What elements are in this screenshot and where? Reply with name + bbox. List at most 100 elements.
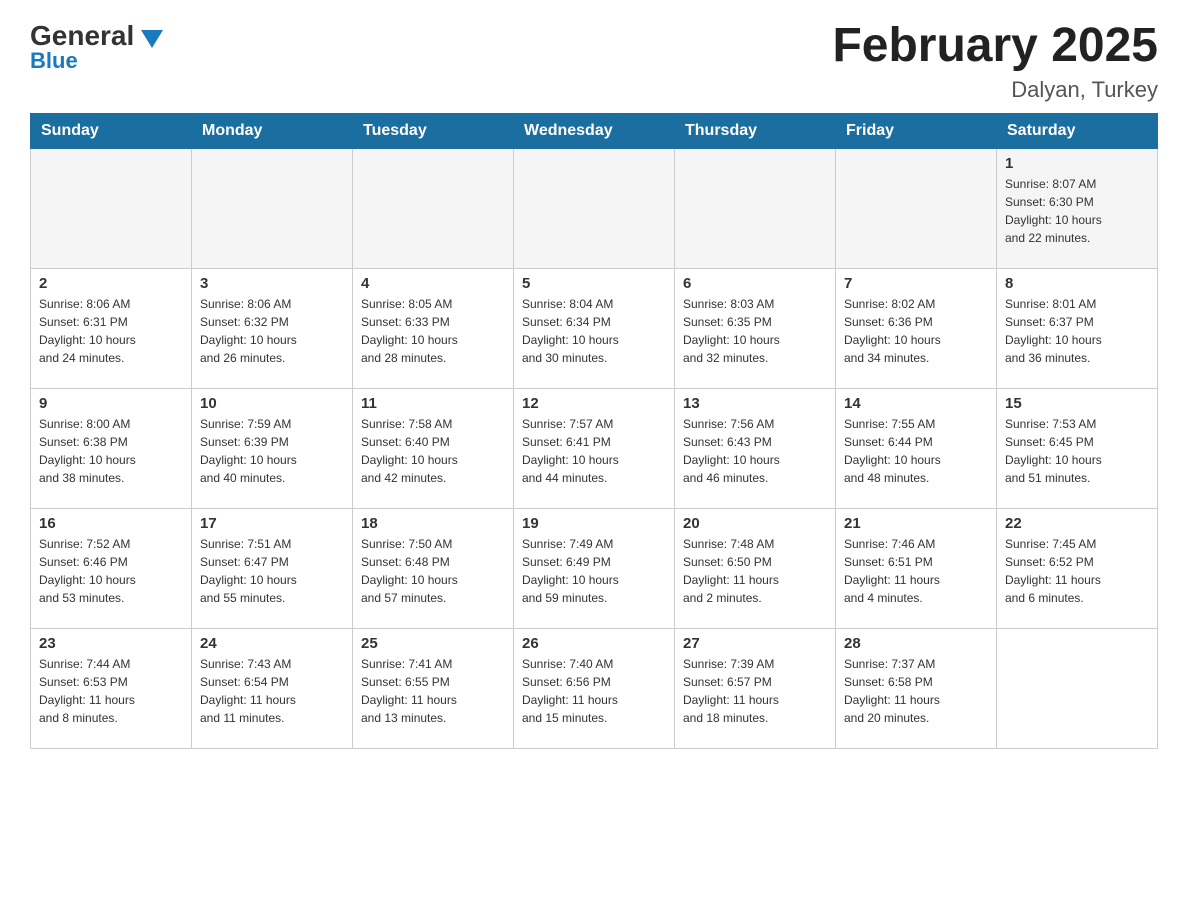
calendar-cell: 6 Sunrise: 8:03 AMSunset: 6:35 PMDaylight… [675,268,836,388]
day-number: 21 [844,515,988,532]
day-info: Sunrise: 7:57 AMSunset: 6:41 PMDaylight:… [522,415,666,487]
day-info: Sunrise: 8:00 AMSunset: 6:38 PMDaylight:… [39,415,183,487]
day-names-row: SundayMondayTuesdayWednesdayThursdayFrid… [31,113,1158,148]
calendar-cell: 9 Sunrise: 8:00 AMSunset: 6:38 PMDaylight… [31,388,192,508]
calendar-week-4: 16 Sunrise: 7:52 AMSunset: 6:46 PMDayligh… [31,508,1158,628]
day-number: 16 [39,515,183,532]
calendar-cell: 2Sunrise: 8:06 AMSunset: 6:31 PMDaylight… [31,268,192,388]
day-number: 12 [522,395,666,412]
day-number: 5 [522,275,666,292]
calendar-cell [675,148,836,268]
calendar-cell [353,148,514,268]
day-number: 14 [844,395,988,412]
day-number: 1 [1005,155,1149,172]
day-info: Sunrise: 7:45 AMSunset: 6:52 PMDaylight:… [1005,535,1149,607]
day-number: 15 [1005,395,1149,412]
calendar-cell: 13 Sunrise: 7:56 AMSunset: 6:43 PMDayligh… [675,388,836,508]
day-header-wednesday: Wednesday [514,113,675,148]
day-info: Sunrise: 8:06 AMSunset: 6:32 PMDaylight:… [200,295,344,367]
calendar-cell [997,628,1158,748]
day-number: 9 [39,395,183,412]
day-info: Sunrise: 8:07 AMSunset: 6:30 PMDaylight:… [1005,175,1149,247]
calendar-cell: 7 Sunrise: 8:02 AMSunset: 6:36 PMDaylight… [836,268,997,388]
day-header-saturday: Saturday [997,113,1158,148]
day-number: 13 [683,395,827,412]
calendar-cell: 14Sunrise: 7:55 AMSunset: 6:44 PMDayligh… [836,388,997,508]
calendar-cell [514,148,675,268]
calendar-week-3: 9 Sunrise: 8:00 AMSunset: 6:38 PMDaylight… [31,388,1158,508]
day-header-tuesday: Tuesday [353,113,514,148]
day-header-friday: Friday [836,113,997,148]
day-info: Sunrise: 7:50 AMSunset: 6:48 PMDaylight:… [361,535,505,607]
calendar-cell: 20 Sunrise: 7:48 AMSunset: 6:50 PMDayligh… [675,508,836,628]
day-info: Sunrise: 8:05 AMSunset: 6:33 PMDaylight:… [361,295,505,367]
calendar-week-2: 2Sunrise: 8:06 AMSunset: 6:31 PMDaylight… [31,268,1158,388]
calendar-body: 1 Sunrise: 8:07 AMSunset: 6:30 PMDaylight… [31,148,1158,748]
day-number: 10 [200,395,344,412]
day-number: 11 [361,395,505,412]
logo: General Blue [30,20,163,74]
calendar-cell: 15 Sunrise: 7:53 AMSunset: 6:45 PMDayligh… [997,388,1158,508]
day-info: Sunrise: 7:48 AMSunset: 6:50 PMDaylight:… [683,535,827,607]
title-area: February 2025 Dalyan, Turkey [832,20,1158,103]
calendar-table: SundayMondayTuesdayWednesdayThursdayFrid… [30,113,1158,749]
day-number: 24 [200,635,344,652]
day-info: Sunrise: 7:59 AMSunset: 6:39 PMDaylight:… [200,415,344,487]
calendar-cell: 25 Sunrise: 7:41 AMSunset: 6:55 PMDayligh… [353,628,514,748]
calendar-cell: 21 Sunrise: 7:46 AMSunset: 6:51 PMDayligh… [836,508,997,628]
day-number: 8 [1005,275,1149,292]
calendar-cell: 5Sunrise: 8:04 AMSunset: 6:34 PMDaylight… [514,268,675,388]
calendar-cell: 16 Sunrise: 7:52 AMSunset: 6:46 PMDayligh… [31,508,192,628]
calendar-cell [192,148,353,268]
day-number: 26 [522,635,666,652]
day-number: 3 [200,275,344,292]
logo-arrow-icon [141,30,163,52]
day-number: 20 [683,515,827,532]
day-info: Sunrise: 7:39 AMSunset: 6:57 PMDaylight:… [683,655,827,727]
day-info: Sunrise: 7:53 AMSunset: 6:45 PMDaylight:… [1005,415,1149,487]
calendar-week-1: 1 Sunrise: 8:07 AMSunset: 6:30 PMDaylight… [31,148,1158,268]
day-info: Sunrise: 7:37 AMSunset: 6:58 PMDaylight:… [844,655,988,727]
calendar-cell: 11Sunrise: 7:58 AMSunset: 6:40 PMDayligh… [353,388,514,508]
day-info: Sunrise: 8:06 AMSunset: 6:31 PMDaylight:… [39,295,183,367]
calendar-cell: 18 Sunrise: 7:50 AMSunset: 6:48 PMDayligh… [353,508,514,628]
day-number: 18 [361,515,505,532]
day-number: 6 [683,275,827,292]
calendar-cell: 27 Sunrise: 7:39 AMSunset: 6:57 PMDayligh… [675,628,836,748]
calendar-cell: 3 Sunrise: 8:06 AMSunset: 6:32 PMDaylight… [192,268,353,388]
day-header-thursday: Thursday [675,113,836,148]
day-info: Sunrise: 8:03 AMSunset: 6:35 PMDaylight:… [683,295,827,367]
day-header-monday: Monday [192,113,353,148]
calendar-cell: 24Sunrise: 7:43 AMSunset: 6:54 PMDayligh… [192,628,353,748]
day-number: 27 [683,635,827,652]
day-info: Sunrise: 7:56 AMSunset: 6:43 PMDaylight:… [683,415,827,487]
day-info: Sunrise: 8:01 AMSunset: 6:37 PMDaylight:… [1005,295,1149,367]
calendar-header: SundayMondayTuesdayWednesdayThursdayFrid… [31,113,1158,148]
logo-bottom-line: Blue [30,48,78,74]
day-number: 23 [39,635,183,652]
day-info: Sunrise: 8:02 AMSunset: 6:36 PMDaylight:… [844,295,988,367]
day-info: Sunrise: 7:52 AMSunset: 6:46 PMDaylight:… [39,535,183,607]
day-info: Sunrise: 7:49 AMSunset: 6:49 PMDaylight:… [522,535,666,607]
day-number: 17 [200,515,344,532]
calendar-cell: 19Sunrise: 7:49 AMSunset: 6:49 PMDayligh… [514,508,675,628]
day-info: Sunrise: 7:46 AMSunset: 6:51 PMDaylight:… [844,535,988,607]
calendar-cell: 1 Sunrise: 8:07 AMSunset: 6:30 PMDaylight… [997,148,1158,268]
day-number: 25 [361,635,505,652]
day-number: 28 [844,635,988,652]
calendar-week-5: 23 Sunrise: 7:44 AMSunset: 6:53 PMDayligh… [31,628,1158,748]
day-number: 7 [844,275,988,292]
page-subtitle: Dalyan, Turkey [832,77,1158,103]
page-header: General Blue February 2025 Dalyan, Turke… [30,20,1158,103]
calendar-cell: 12 Sunrise: 7:57 AMSunset: 6:41 PMDayligh… [514,388,675,508]
calendar-cell: 22 Sunrise: 7:45 AMSunset: 6:52 PMDayligh… [997,508,1158,628]
day-number: 22 [1005,515,1149,532]
day-info: Sunrise: 7:41 AMSunset: 6:55 PMDaylight:… [361,655,505,727]
calendar-cell: 8 Sunrise: 8:01 AMSunset: 6:37 PMDaylight… [997,268,1158,388]
logo-general-text: General [30,20,134,51]
calendar-cell: 4Sunrise: 8:05 AMSunset: 6:33 PMDaylight… [353,268,514,388]
day-info: Sunrise: 7:44 AMSunset: 6:53 PMDaylight:… [39,655,183,727]
calendar-cell: 26Sunrise: 7:40 AMSunset: 6:56 PMDayligh… [514,628,675,748]
calendar-cell [836,148,997,268]
calendar-cell: 17Sunrise: 7:51 AMSunset: 6:47 PMDayligh… [192,508,353,628]
